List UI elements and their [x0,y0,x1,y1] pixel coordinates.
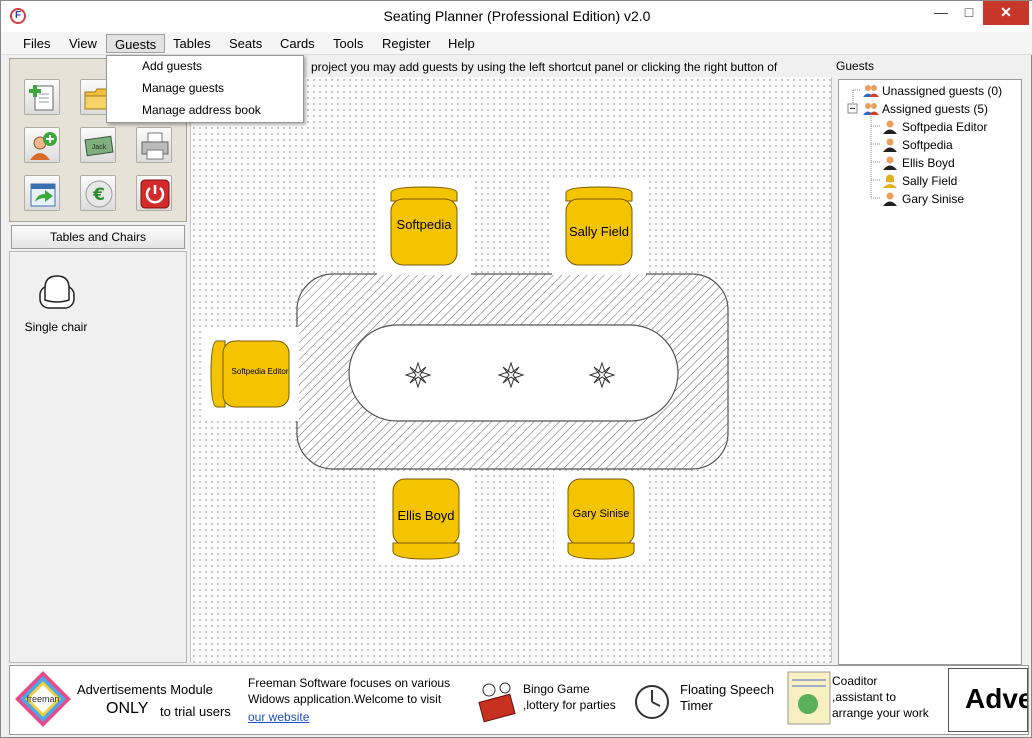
ad-product-bingo[interactable]: Bingo Game ,lottery for parties [475,676,630,726]
svg-text:€: € [92,185,105,205]
menu-manage-guests[interactable]: Manage guests [142,81,224,95]
print-button[interactable] [136,127,172,163]
menu-help[interactable]: Help [440,34,483,53]
euro-icon: € [85,180,113,208]
seat-label-top-left: Softpedia [396,217,452,232]
name-card-button[interactable]: Jack [80,127,116,163]
group-icon [863,85,879,97]
app-window: F Seating Planner (Professional Edition)… [0,0,1032,738]
single-chair-item[interactable]: Single chair [10,252,102,342]
ad-intro-line2: Widows application.Welcome to visit [248,692,442,706]
menu-tools[interactable]: Tools [325,34,371,53]
ad-product-coaditor[interactable]: Coaditor ,assistant to arrange your work [786,668,946,730]
seat-label-bottom-left: Ellis Boyd [397,508,455,523]
title-bar: F Seating Planner (Professional Edition)… [1,1,1032,32]
seat-label-left: Softpedia Editor [231,367,289,376]
coaditor-icon [787,671,831,725]
group-icon [863,103,879,115]
ad-product-line1: Bingo Game [523,682,590,696]
power-icon [140,179,170,209]
add-guest-button[interactable] [24,127,60,163]
ad-intro-line1: Freeman Software focuses on various [248,676,451,690]
menu-cards[interactable]: Cards [272,34,323,53]
ad-module-title: Advertisements Module [77,682,213,697]
bingo-icon [478,682,516,723]
seat-label-bottom-right: Gary Sinise [572,508,630,520]
timer-icon [635,685,669,719]
seat-label-top-right: Sally Field [569,224,629,239]
guests-tree: Unassigned guests (0) Assigned guests (5… [838,79,1022,665]
single-chair-label: Single chair [24,320,88,334]
seat-left[interactable]: Softpedia Editor [205,327,299,421]
exit-button[interactable] [136,175,172,211]
seat-bottom-left[interactable]: Ellis Boyd [379,471,473,565]
person-female-icon [883,174,897,188]
currency-button[interactable]: € [80,175,116,211]
menu-tables[interactable]: Tables [165,34,219,53]
seat-top-left[interactable]: Softpedia [377,181,471,275]
hint-text: project you may add guests by using the … [311,60,778,74]
tables-chairs-palette: Single chair [9,251,187,663]
menu-seats[interactable]: Seats [221,34,270,53]
tables-and-chairs-button[interactable]: Tables and Chairs [11,225,185,249]
export-button[interactable] [24,175,60,211]
window-title: Seating Planner (Professional Edition) v… [383,8,651,24]
svg-text:freeman: freeman [26,694,59,704]
ad-product-line2: Timer [680,698,713,713]
menu-guests[interactable]: Guests [106,34,166,53]
add-guest-icon [30,132,57,160]
ad-product-timer[interactable]: Floating Speech Timer [632,676,782,726]
minimize-button[interactable]: — [927,1,955,25]
guest-name: Softpedia [902,138,953,152]
ad-product-line1: Floating Speech [680,682,774,697]
guest-name: Gary Sinise [902,192,965,206]
close-button[interactable]: ✕ [983,1,1029,25]
group-label: Assigned guests (5) [882,102,989,116]
maximize-button[interactable]: □ [955,1,983,25]
ad-module-sub: to trial users [160,704,231,719]
ad-product-line1: Coaditor [832,674,878,688]
advertisement-bar: freeman Advertisements Module ONLY to tr… [9,665,1029,735]
seat-top-right[interactable]: Sally Field [552,181,646,275]
name-card-icon: Jack [84,135,114,157]
new-project-button[interactable] [24,79,60,115]
ad-module-only: ONLY [106,700,149,717]
guest-name: Softpedia Editor [902,120,988,134]
printer-icon [141,132,169,160]
ad-product-line2: ,lottery for parties [523,698,616,712]
export-icon [30,183,56,207]
ad-product-line3: arrange your work [832,706,929,720]
guest-name: Ellis Boyd [902,156,955,170]
guests-panel-title: Guests [836,59,875,73]
menu-files[interactable]: Files [15,34,58,53]
ad-product-line2: ,assistant to [832,690,897,704]
person-icon [883,120,897,134]
menu-add-guests[interactable]: Add guests [142,59,202,73]
person-icon [883,192,897,206]
freeman-logo: freeman [15,671,71,727]
ad-banner-big[interactable]: Adve [948,668,1028,732]
seating-canvas[interactable]: Softpedia Sally Field Softpedia Editor E… [190,77,832,663]
seat-bottom-right[interactable]: Gary Sinise [554,471,648,565]
group-label: Unassigned guests (0) [882,84,1003,98]
menu-register[interactable]: Register [374,34,438,53]
person-icon [883,156,897,170]
chair-icon [39,275,75,309]
menu-view[interactable]: View [61,34,105,53]
name-card-label: Jack [92,144,107,151]
guest-name: Sally Field [902,174,958,188]
our-website-link[interactable]: our website [248,710,309,724]
menu-bar: Files View Guests Tables Seats Cards Too… [1,32,1032,55]
new-project-icon [29,85,54,111]
guests-menu-dropdown: Add guests Manage guests Manage address … [106,55,304,123]
person-icon [883,138,897,152]
menu-manage-address-book[interactable]: Manage address book [142,103,261,117]
